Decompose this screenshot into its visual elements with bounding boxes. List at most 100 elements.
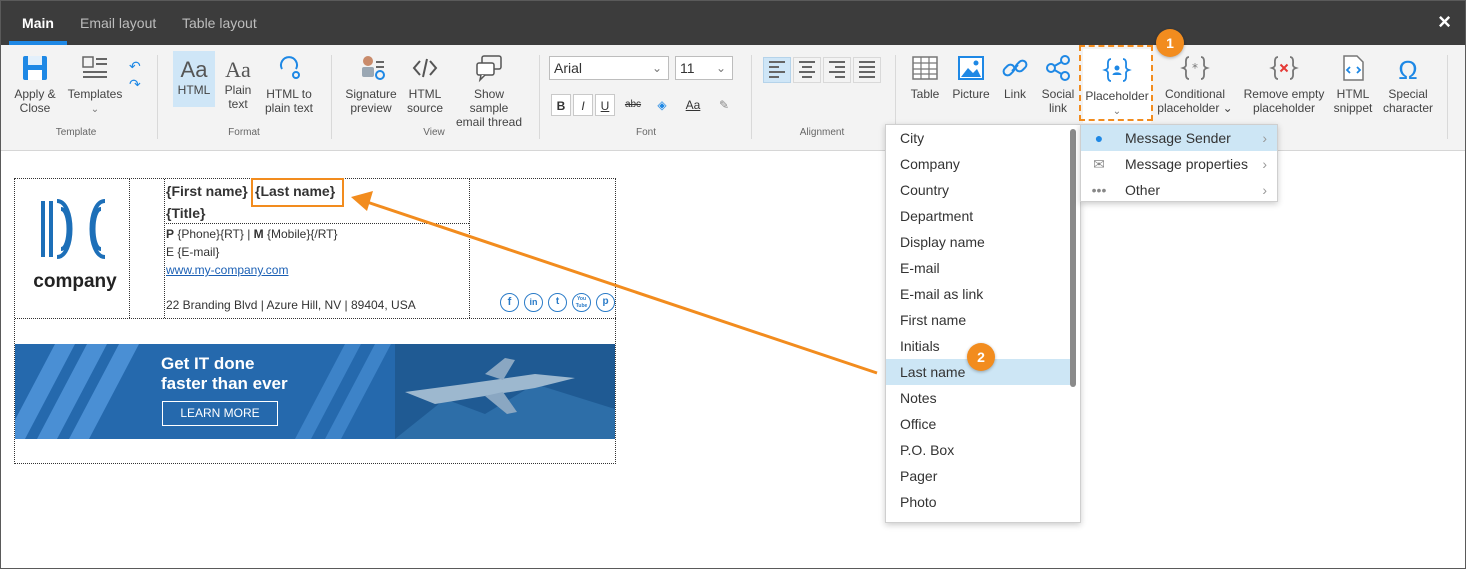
plain-text-button[interactable]: Aa Plain text (219, 57, 257, 111)
templates-button[interactable]: Templates ⌄ (65, 53, 125, 117)
menu-item-pager[interactable]: Pager (886, 463, 1070, 489)
top-tab-bar: Main Email layout Table layout × (1, 1, 1465, 45)
insert-picture-button[interactable]: Picture (949, 53, 993, 101)
html-to-plain-text-button[interactable]: HTML to plain text (263, 53, 315, 115)
group-label-template: Template (55, 127, 97, 138)
tab-table-layout[interactable]: Table layout (182, 1, 257, 45)
group-label-view: View (423, 127, 445, 138)
cell-divider (164, 223, 469, 224)
ribbon-divider (157, 55, 158, 139)
social-link-button[interactable]: Social link (1039, 53, 1077, 115)
clear-format-icon[interactable]: ✎ (713, 94, 735, 116)
html-format-button[interactable]: Aa HTML (173, 51, 215, 107)
youtube-icon[interactable]: You Tube (572, 293, 591, 312)
linkedin-icon[interactable]: in (524, 293, 543, 312)
italic-button[interactable]: I (573, 94, 593, 116)
category-other[interactable]: ••• Other › (1081, 177, 1277, 203)
underline-button[interactable]: U (595, 94, 615, 116)
menu-item-department[interactable]: Department (886, 203, 1070, 229)
twitter-icon[interactable]: t (548, 293, 567, 312)
remove-empty-placeholder-label: Remove empty placeholder (1243, 87, 1325, 115)
last-name-highlight-box (251, 178, 344, 207)
menu-item-display-name[interactable]: Display name (886, 229, 1070, 255)
redo-icon[interactable]: ↷ (129, 75, 141, 93)
menu-item-email[interactable]: E-mail (886, 255, 1070, 281)
person-icon: ● (1094, 130, 1104, 146)
menu-item-po-box[interactable]: P.O. Box (886, 437, 1070, 463)
phone-placeholder: {Phone}{RT} | (174, 227, 254, 241)
tab-main[interactable]: Main (9, 1, 67, 45)
chevron-right-icon: › (1262, 130, 1267, 146)
html-source-button[interactable]: HTML source (403, 53, 447, 115)
code-icon (412, 58, 438, 78)
signature-table[interactable]: company {First name} {Last name} {Title}… (14, 178, 616, 464)
category-message-properties[interactable]: ✉ Message properties › (1081, 151, 1277, 177)
apply-close-label: Apply & Close (14, 87, 56, 115)
placeholder-highlight-box (1079, 45, 1153, 121)
ribbon-divider (331, 55, 332, 139)
remove-placeholder-icon (1269, 56, 1299, 80)
menu-item-photo[interactable]: Photo (886, 489, 1070, 515)
first-name-placeholder[interactable]: {First name} (166, 183, 248, 199)
company-logo (37, 197, 109, 261)
signature-editor-window: Main Email layout Table layout × Apply &… (0, 0, 1466, 569)
cell-divider (15, 318, 616, 319)
ellipsis-icon: ••• (1091, 182, 1107, 198)
remove-empty-placeholder-button[interactable]: Remove empty placeholder (1239, 53, 1329, 115)
menu-item-city[interactable]: City (886, 125, 1070, 151)
step-badge-2: 2 (967, 343, 995, 371)
highlight-color-icon[interactable]: ◈ (651, 94, 673, 116)
category-other-label: Other (1125, 182, 1161, 198)
strikethrough-button[interactable]: abc (621, 94, 645, 116)
conditional-braces-icon: * (1180, 56, 1210, 80)
align-center-button[interactable] (793, 57, 821, 83)
signature-preview-button[interactable]: Signature preview (343, 53, 399, 115)
undo-icon[interactable]: ↶ (129, 57, 141, 75)
tab-email-layout[interactable]: Email layout (80, 1, 156, 45)
align-left-button[interactable] (763, 57, 791, 83)
phone-prefix: P (166, 227, 175, 241)
apply-close-button[interactable]: Apply & Close (11, 53, 59, 115)
social-link-label: Social link (1041, 87, 1075, 115)
step-badge-1: 1 (1156, 29, 1184, 57)
font-size-select[interactable]: 11 ⌄ (675, 56, 733, 80)
menu-item-office[interactable]: Office (886, 411, 1070, 437)
menu-item-notes[interactable]: Notes (886, 385, 1070, 411)
convert-icon (280, 56, 300, 79)
website-link[interactable]: www.my-company.com (166, 263, 288, 277)
company-logo-mark (41, 199, 106, 259)
menu-item-country[interactable]: Country (886, 177, 1070, 203)
promo-banner[interactable]: Get IT done faster than ever LEARN MORE (15, 344, 615, 439)
company-logo-text: company (33, 271, 117, 292)
show-sample-thread-button[interactable]: Show sample email thread (453, 53, 525, 129)
bold-button[interactable]: B (551, 94, 571, 116)
envelope-icon: ✉ (1093, 156, 1105, 172)
special-character-button[interactable]: Ω Special character (1381, 53, 1435, 115)
title-placeholder[interactable]: {Title} (166, 205, 205, 221)
insert-link-button[interactable]: Link (997, 53, 1033, 101)
conditional-placeholder-button[interactable]: * Conditional placeholder ⌄ (1157, 53, 1233, 115)
email-line[interactable]: E {E-mail} (166, 245, 219, 259)
learn-more-button[interactable]: LEARN MORE (162, 401, 278, 426)
facebook-icon[interactable]: f (500, 293, 519, 312)
html-snippet-button[interactable]: HTML snippet (1331, 53, 1375, 115)
align-right-button[interactable] (823, 57, 851, 83)
html-format-label: HTML (177, 83, 211, 97)
font-color-button[interactable]: Aa (681, 94, 705, 116)
cell-divider (164, 179, 165, 318)
templates-icon (82, 56, 107, 78)
ribbon-divider (1447, 55, 1448, 139)
insert-table-button[interactable]: Table (905, 53, 945, 101)
font-family-select[interactable]: Arial ⌄ (549, 56, 669, 80)
ribbon-divider (539, 55, 540, 139)
close-button[interactable]: × (1438, 9, 1451, 35)
category-message-sender[interactable]: ● Message Sender › (1081, 125, 1277, 151)
justify-button[interactable] (853, 57, 881, 83)
menu-item-email-as-link[interactable]: E-mail as link (886, 281, 1070, 307)
menu-item-company[interactable]: Company (886, 151, 1070, 177)
menu-scrollbar[interactable] (1070, 129, 1076, 387)
menu-item-first-name[interactable]: First name (886, 307, 1070, 333)
address-line[interactable]: 22 Branding Blvd | Azure Hill, NV | 8940… (166, 298, 416, 312)
phone-line[interactable]: P {Phone}{RT} | M {Mobile}{/RT} (166, 227, 337, 241)
pinterest-icon[interactable]: p (596, 293, 615, 312)
